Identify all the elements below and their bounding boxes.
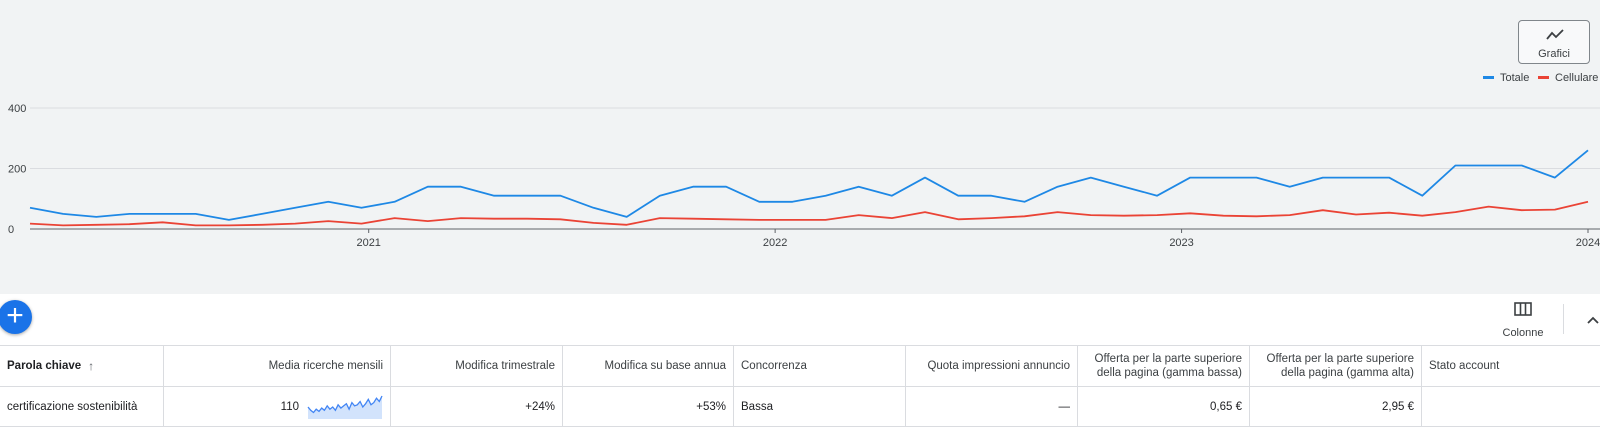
add-keyword-button[interactable]: +	[0, 300, 32, 334]
keyword-table: Parola chiave ↑ Media ricerche mensili M…	[0, 345, 1600, 427]
chevron-up-icon[interactable]	[1584, 312, 1600, 328]
y-tick-label: 200	[8, 164, 26, 176]
trend-sparkline	[307, 395, 383, 419]
col-header-competition[interactable]: Concorrenza	[734, 346, 906, 386]
y-tick-label: 0	[8, 224, 14, 236]
cell-yoy-change: +53%	[563, 387, 734, 426]
sparkline-area	[308, 395, 382, 419]
col-header-keyword[interactable]: Parola chiave ↑	[0, 346, 164, 386]
cell-impression-share: —	[906, 387, 1078, 426]
chart-panel: Grafici Totale Cellulare 0 200 400 2021 2022…	[0, 0, 1600, 294]
toolbar-divider	[1563, 304, 1564, 334]
columns-icon	[1514, 302, 1532, 316]
line-chart: 0 200 400 2021 2022 2023 2024	[8, 103, 1600, 249]
cell-avg-searches-value: 110	[280, 400, 299, 413]
sort-ascending-icon[interactable]: ↑	[88, 359, 94, 373]
series-line-totale	[29, 149, 1589, 221]
cell-bid-low: 0,65 €	[1078, 387, 1250, 426]
col-header-bid-high-line1: Offerta per la parte superiore	[1266, 353, 1414, 365]
col-header-account-status[interactable]: Stato account	[1422, 346, 1600, 386]
col-header-qoq-change[interactable]: Modifica trimestrale	[391, 346, 563, 386]
col-header-bid-high[interactable]: Offerta per la parte superiore della pagi…	[1250, 346, 1422, 386]
cell-bid-high: 2,95 €	[1250, 387, 1422, 426]
columns-button-label: Colonne	[1502, 327, 1544, 339]
cell-competition: Bassa	[734, 387, 906, 426]
col-header-impression-share[interactable]: Quota impressioni annuncio	[906, 346, 1078, 386]
col-header-bid-low-line2: della pagina (gamma bassa)	[1096, 367, 1242, 379]
cell-keyword[interactable]: certificazione sostenibilità	[0, 387, 164, 426]
x-tick-label: 2022	[763, 237, 787, 249]
col-header-bid-low-line1: Offerta per la parte superiore	[1094, 353, 1242, 365]
x-tick-label: 2024	[1576, 237, 1600, 249]
cell-avg-searches: 110	[164, 387, 391, 426]
y-tick-label: 400	[8, 103, 26, 115]
col-header-keyword-label: Parola chiave	[7, 360, 82, 372]
col-header-bid-low[interactable]: Offerta per la parte superiore della pagi…	[1078, 346, 1250, 386]
col-header-avg-searches[interactable]: Media ricerche mensili	[164, 346, 391, 386]
cell-qoq-change: +24%	[391, 387, 563, 426]
x-tick-label: 2023	[1169, 237, 1193, 249]
table-header-row: Parola chiave ↑ Media ricerche mensili M…	[0, 346, 1600, 387]
table-row[interactable]: certificazione sostenibilità 110 +24% +5…	[0, 387, 1600, 427]
col-header-yoy-change[interactable]: Modifica su base annua	[563, 346, 734, 386]
cell-account-status	[1422, 387, 1600, 426]
x-tick-label: 2021	[356, 237, 380, 249]
col-header-bid-high-line2: della pagina (gamma alta)	[1281, 367, 1414, 379]
columns-button[interactable]: Colonne	[1495, 302, 1551, 342]
